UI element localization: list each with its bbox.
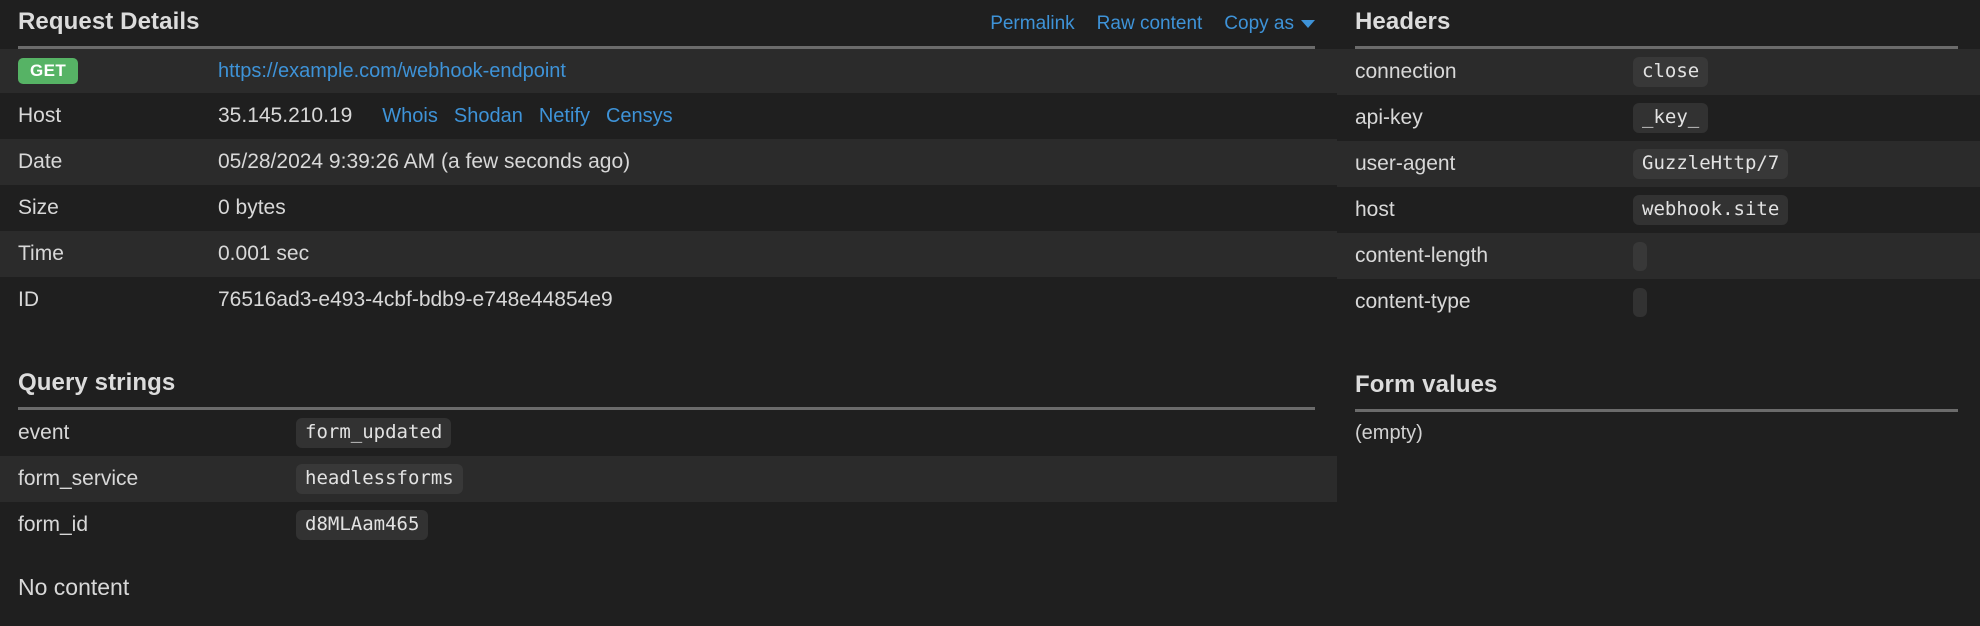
header-key-host: host — [1355, 198, 1395, 221]
table-row: form_id d8MLAam465 — [0, 502, 1337, 548]
query-value-form-service-cell: headlessforms — [296, 463, 463, 495]
spacer-form-values — [1337, 325, 1980, 363]
header-value-host: webhook.site — [1633, 194, 1789, 226]
header-value-host-cell: webhook.site — [1633, 194, 1789, 226]
table-row: content-type — [1337, 279, 1980, 325]
row-label-host: Host — [18, 104, 62, 127]
censys-link[interactable]: Censys — [606, 105, 673, 128]
row-value-date: 05/28/2024 9:39:26 AM (a few seconds ago… — [218, 150, 631, 173]
query-value-event-cell: form_updated — [296, 417, 452, 449]
header-value-user-agent-cell: GuzzleHttp/7 — [1633, 148, 1789, 180]
header-value-connection: close — [1633, 56, 1709, 88]
row-value-time: 0.001 sec — [218, 242, 310, 265]
request-details-header: Request Details Permalink Raw content Co… — [0, 0, 1337, 44]
permalink-link[interactable]: Permalink — [990, 13, 1074, 35]
table-row-host: Host 35.145.210.19 Whois Shodan Netify C… — [0, 93, 1337, 139]
spacer-content — [0, 548, 1337, 574]
copy-as-label: Copy as — [1224, 13, 1294, 34]
row-label-id: ID — [18, 288, 39, 311]
header-value-content-length — [1633, 241, 1647, 271]
row-value-host: 35.145.210.19 Whois Shodan Netify Censys — [218, 104, 673, 128]
request-url-cell: https://example.com/webhook-endpoint — [218, 60, 566, 83]
form-values-empty-text: (empty) — [1355, 422, 1423, 444]
row-label-time: Time — [18, 242, 64, 265]
row-label-date: Date — [18, 150, 63, 173]
table-row: event form_updated — [0, 410, 1337, 456]
table-row-id: ID 76516ad3-e493-4cbf-bdb9-e748e44854e9 — [0, 277, 1337, 323]
header-key-user-agent: user-agent — [1355, 152, 1456, 175]
query-strings-table: event form_updated form_service headless… — [0, 410, 1337, 548]
status-badge: GET — [18, 58, 79, 84]
table-row: content-length — [1337, 233, 1980, 279]
request-details-panel: Request Details Permalink Raw content Co… — [0, 0, 1337, 626]
form-values-header: Form values — [1337, 363, 1980, 407]
row-label-size: Size — [18, 196, 59, 219]
query-value-form-id: d8MLAam465 — [296, 509, 429, 541]
header-value-api-key: _key_ — [1633, 102, 1709, 134]
whois-link[interactable]: Whois — [382, 105, 438, 128]
netify-link[interactable]: Netify — [539, 105, 590, 128]
method-badge-cell: GET — [18, 58, 218, 84]
row-value-id: 76516ad3-e493-4cbf-bdb9-e748e44854e9 — [218, 288, 613, 311]
table-row-date: Date 05/28/2024 9:39:26 AM (a few second… — [0, 139, 1337, 185]
spacer-query — [0, 323, 1337, 361]
header-key-content-length: content-length — [1355, 244, 1489, 267]
request-actions: Permalink Raw content Copy as — [990, 13, 1315, 35]
header-value-user-agent: GuzzleHttp/7 — [1633, 148, 1789, 180]
shodan-link[interactable]: Shodan — [454, 105, 523, 128]
headers-header: Headers — [1337, 0, 1980, 44]
header-key-connection: connection — [1355, 60, 1457, 83]
table-row: user-agent GuzzleHttp/7 — [1337, 141, 1980, 187]
table-row-method: GET https://example.com/webhook-endpoint — [0, 49, 1337, 93]
headers-table: connection close api-key _key_ user-agen… — [1337, 49, 1980, 325]
table-row-size: Size 0 bytes — [0, 185, 1337, 231]
query-key-form-service: form_service — [18, 467, 139, 490]
query-key-form-id: form_id — [18, 513, 89, 536]
chevron-down-icon — [1301, 19, 1315, 28]
headers-panel: Headers connection close api-key _key_ u… — [1337, 0, 1980, 626]
query-value-form-id-cell: d8MLAam465 — [296, 509, 429, 541]
raw-content-link[interactable]: Raw content — [1097, 13, 1203, 35]
table-row-time: Time 0.001 sec — [0, 231, 1337, 277]
table-row: form_service headlessforms — [0, 456, 1337, 502]
form-values-title: Form values — [1355, 371, 1498, 398]
row-value-size: 0 bytes — [218, 196, 286, 219]
table-row: connection close — [1337, 49, 1980, 95]
header-key-content-type: content-type — [1355, 290, 1471, 313]
header-value-content-length-cell — [1633, 241, 1647, 271]
query-value-event: form_updated — [296, 417, 452, 449]
query-value-form-service: headlessforms — [296, 463, 463, 495]
request-inspector-page: Request Details Permalink Raw content Co… — [0, 0, 1980, 626]
header-value-content-type-cell — [1633, 287, 1647, 317]
query-key-event: event — [18, 421, 70, 444]
header-key-api-key: api-key — [1355, 106, 1423, 129]
query-strings-title: Query strings — [18, 369, 176, 396]
query-strings-header: Query strings — [0, 361, 1337, 405]
table-row: host webhook.site — [1337, 187, 1980, 233]
table-row: api-key _key_ — [1337, 95, 1980, 141]
header-value-api-key-cell: _key_ — [1633, 102, 1709, 134]
headers-title: Headers — [1355, 8, 1451, 35]
request-details-table: GET https://example.com/webhook-endpoint… — [0, 49, 1337, 323]
header-value-content-type — [1633, 287, 1647, 317]
request-url-link[interactable]: https://example.com/webhook-endpoint — [218, 60, 566, 83]
no-content-text: No content — [18, 574, 130, 600]
host-ip-text: 35.145.210.19 — [218, 104, 353, 127]
copy-as-dropdown[interactable]: Copy as — [1224, 13, 1315, 35]
host-lookup-links: Whois Shodan Netify Censys — [382, 105, 672, 128]
header-value-connection-cell: close — [1633, 56, 1709, 88]
page-title: Request Details — [18, 8, 200, 35]
